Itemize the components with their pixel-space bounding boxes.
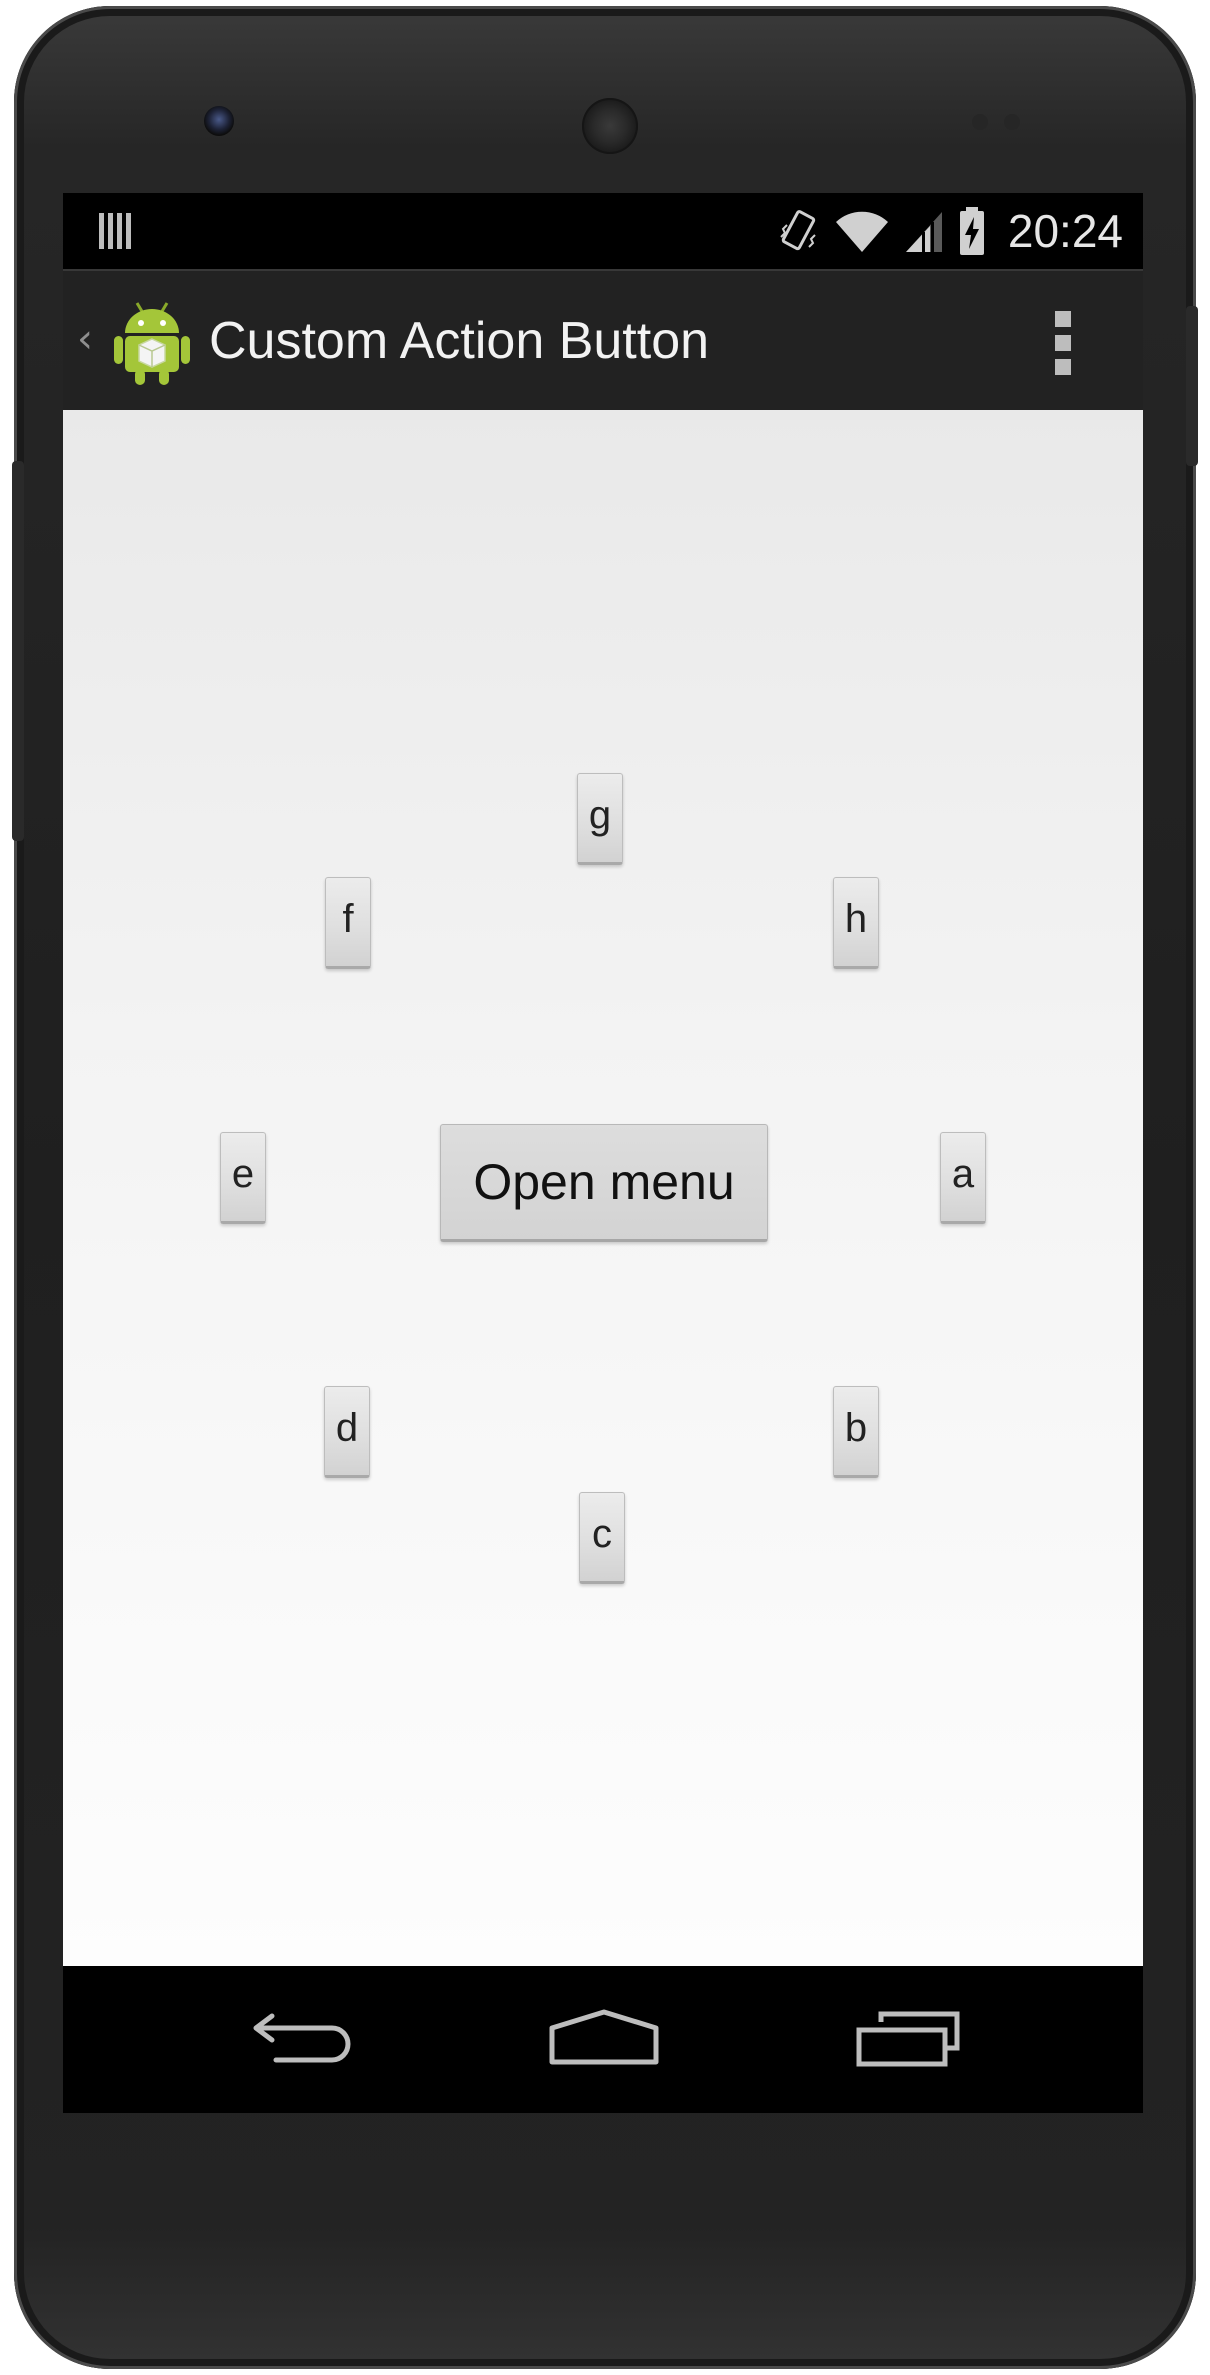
up-caret-icon[interactable]: ‹ [77,319,93,359]
recent-apps-icon[interactable] [855,2008,961,2068]
menu-button-b[interactable]: b [833,1386,879,1478]
vibrate-icon [780,210,816,251]
menu-button-a[interactable]: a [940,1132,986,1224]
power-button[interactable] [1186,306,1198,466]
menu-button-f[interactable]: f [325,877,371,969]
android-app-icon[interactable] [113,299,191,385]
battery-charging-icon [959,207,984,255]
back-icon[interactable] [252,2008,356,2068]
action-bar: ‹ Custom Action Button [63,269,1143,412]
menu-button-g[interactable]: g [577,773,623,865]
proximity-sensor [972,114,988,130]
volume-rocker[interactable] [12,461,24,841]
front-camera [204,106,234,136]
open-menu-button[interactable]: Open menu [440,1124,768,1242]
wifi-icon [835,211,888,252]
main-content: g f h e Open menu a d b c [63,410,1143,1966]
light-sensor [1004,114,1020,130]
status-bar: 20:24 [63,193,1143,269]
signal-icon [905,212,942,252]
status-time: 20:24 [1007,205,1123,257]
overflow-menu-icon[interactable] [1053,311,1073,375]
menu-button-e[interactable]: e [220,1132,266,1224]
status-icons: 20:24 [776,193,1123,269]
menu-button-c[interactable]: c [579,1492,625,1584]
device-screen: 20:24 ‹ Custom Action Button g f h e Ope… [63,193,1143,2113]
menu-button-h[interactable]: h [833,877,879,969]
menu-button-d[interactable]: d [324,1386,370,1478]
navigation-bar [63,1966,1143,2113]
notification-icon[interactable] [99,213,135,249]
earpiece-speaker [582,98,638,154]
home-icon[interactable] [548,2008,660,2068]
page-title: Custom Action Button [209,312,710,370]
